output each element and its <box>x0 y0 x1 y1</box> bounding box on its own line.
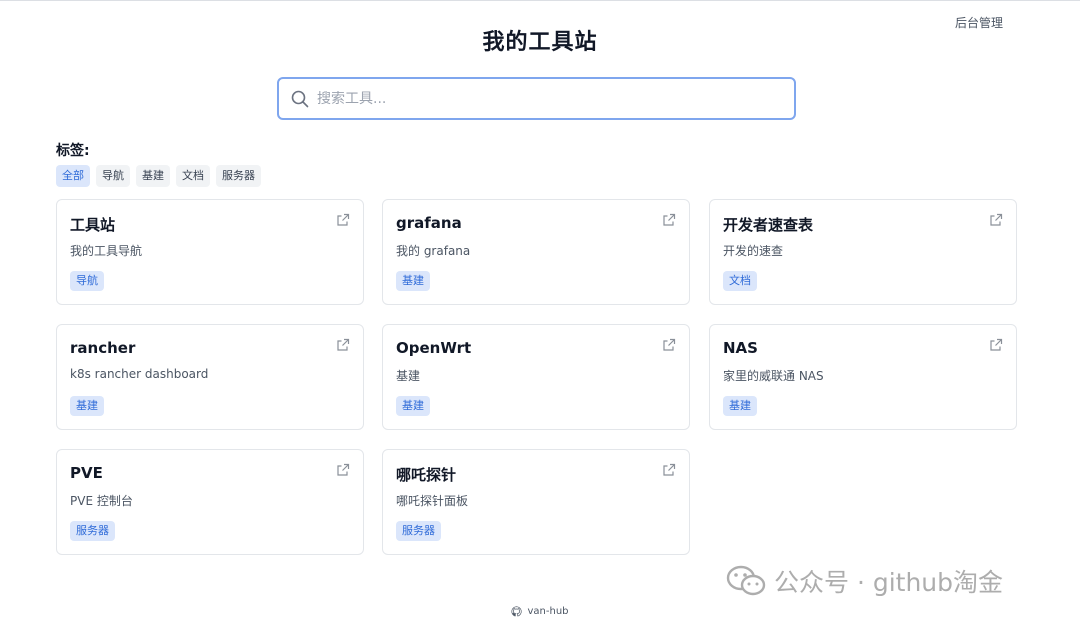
github-icon <box>511 606 523 617</box>
card-title: PVE <box>70 464 103 482</box>
card-title: 开发者速查表 <box>723 216 814 234</box>
card-description: 基建 <box>396 369 421 383</box>
external-link-icon[interactable] <box>662 463 676 477</box>
card-tag: 基建 <box>396 271 430 291</box>
tag-filter-docs[interactable]: 文档 <box>176 165 210 187</box>
card-description: 家里的威联通 NAS <box>723 369 824 383</box>
wechat-icon <box>726 565 766 596</box>
card-description: 哪吒探针面板 <box>396 494 469 508</box>
card-title: NAS <box>723 339 758 357</box>
card-tag: 基建 <box>396 396 430 416</box>
tag-filter-server[interactable]: 服务器 <box>216 165 261 187</box>
external-link-icon[interactable] <box>989 338 1003 352</box>
card-tag: 导航 <box>70 271 104 291</box>
card-title: grafana <box>396 214 462 232</box>
external-link-icon[interactable] <box>989 213 1003 227</box>
card-title: 工具站 <box>70 216 116 234</box>
search-input[interactable] <box>317 90 777 107</box>
card-title: rancher <box>70 339 136 357</box>
card-title: 哪吒探针 <box>396 466 457 484</box>
external-link-icon[interactable] <box>662 213 676 227</box>
tool-card[interactable]: 开发者速查表 开发的速查 文档 <box>709 199 1017 305</box>
external-link-icon[interactable] <box>336 463 350 477</box>
footer-link[interactable]: van-hub <box>527 606 568 617</box>
card-tag: 服务器 <box>70 521 115 541</box>
card-title: OpenWrt <box>396 339 472 357</box>
tool-card[interactable]: OpenWrt 基建 基建 <box>382 324 690 430</box>
tag-filter-infra[interactable]: 基建 <box>136 165 170 187</box>
tool-card[interactable]: PVE PVE 控制台 服务器 <box>56 449 364 555</box>
search-box[interactable] <box>277 77 796 120</box>
tag-filter-all[interactable]: 全部 <box>56 165 90 187</box>
card-description: 开发的速查 <box>723 244 784 258</box>
card-description: k8s rancher dashboard <box>70 367 209 381</box>
top-divider <box>0 0 1080 1</box>
external-link-icon[interactable] <box>336 338 350 352</box>
external-link-icon[interactable] <box>662 338 676 352</box>
card-description: 我的工具导航 <box>70 244 143 258</box>
card-tag: 服务器 <box>396 521 441 541</box>
tool-card[interactable]: 工具站 我的工具导航 导航 <box>56 199 364 305</box>
card-description: PVE 控制台 <box>70 494 133 508</box>
card-description: 我的 grafana <box>396 244 471 258</box>
watermark: 公众号 · github淘金 <box>726 563 1003 599</box>
footer: van-hub <box>0 606 1080 617</box>
tag-filter-bar: 全部 导航 基建 文档 服务器 <box>56 165 261 187</box>
card-tag: 基建 <box>70 396 104 416</box>
tool-card[interactable]: grafana 我的 grafana 基建 <box>382 199 690 305</box>
tool-card[interactable]: 哪吒探针 哪吒探针面板 服务器 <box>382 449 690 555</box>
tool-card[interactable]: rancher k8s rancher dashboard 基建 <box>56 324 364 430</box>
search-icon <box>291 90 309 107</box>
external-link-icon[interactable] <box>336 213 350 227</box>
page-title: 我的工具站 <box>482 30 598 55</box>
card-tag: 文档 <box>723 271 757 291</box>
tags-label: 标签: <box>56 143 90 159</box>
tool-card[interactable]: NAS 家里的威联通 NAS 基建 <box>709 324 1017 430</box>
tag-filter-nav[interactable]: 导航 <box>96 165 130 187</box>
watermark-text: 公众号 · github淘金 <box>774 568 1004 597</box>
card-tag: 基建 <box>723 396 757 416</box>
